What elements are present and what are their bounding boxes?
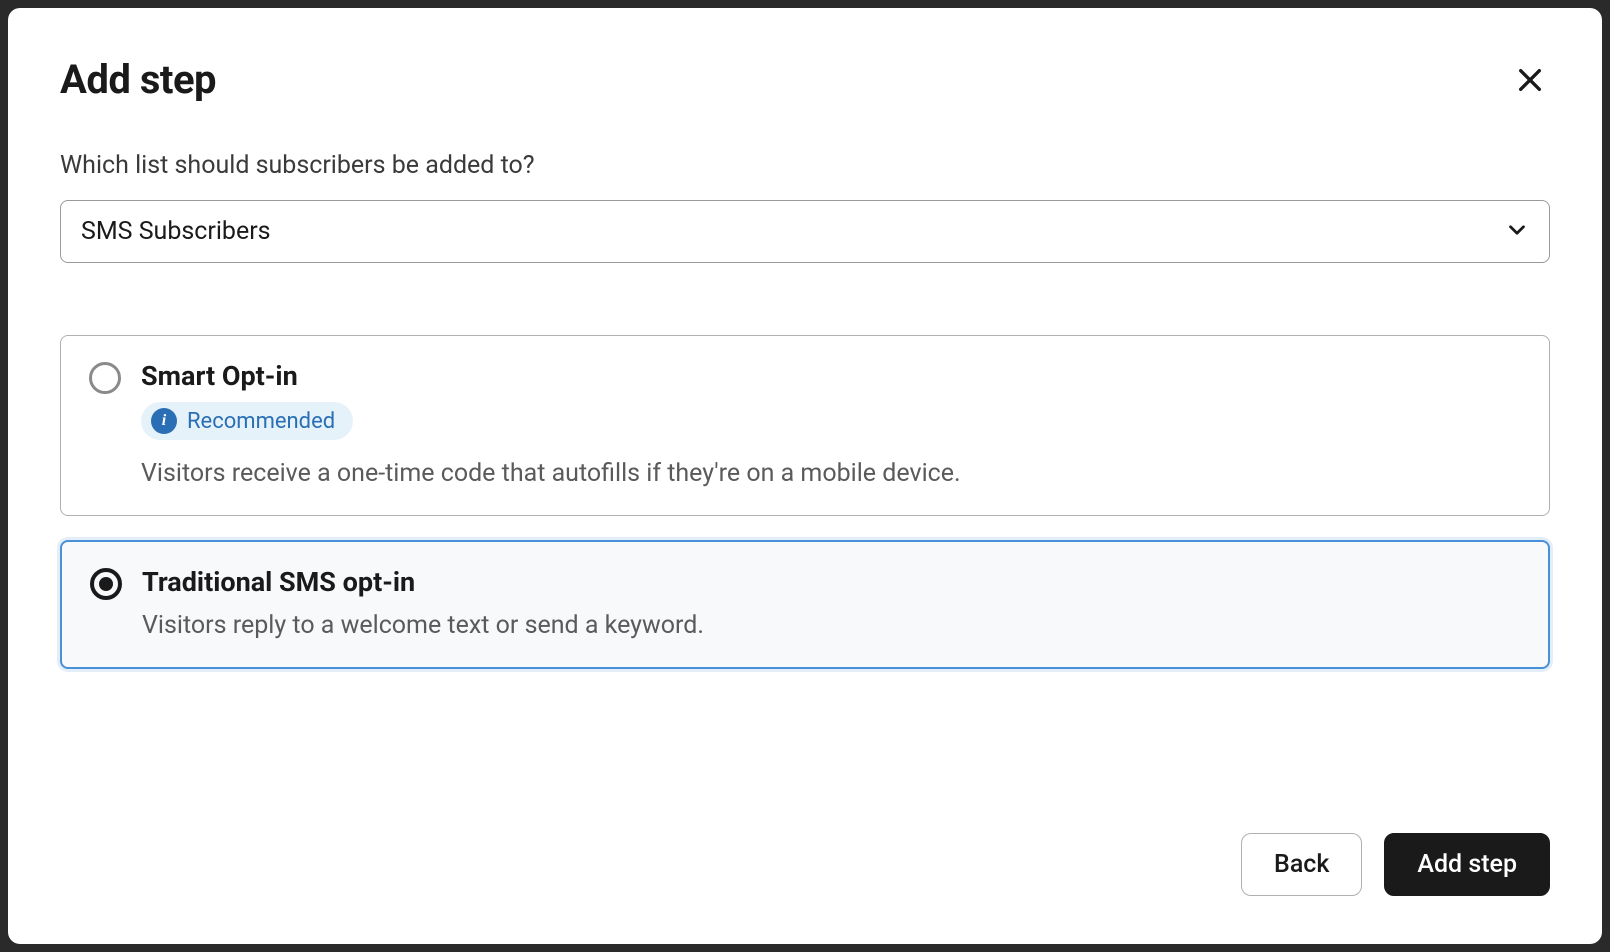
option-content: Smart Opt-in i Recommended Visitors rece…: [141, 360, 1521, 491]
add-step-button[interactable]: Add step: [1384, 833, 1550, 896]
badge-text: Recommended: [187, 409, 335, 434]
modal-title: Add step: [60, 56, 216, 103]
option-description: Visitors reply to a welcome text or send…: [142, 608, 1520, 643]
option-description: Visitors receive a one-time code that au…: [141, 456, 1521, 491]
add-step-modal: Add step Which list should subscribers b…: [8, 8, 1602, 944]
recommended-badge: i Recommended: [141, 402, 353, 440]
option-title: Smart Opt-in: [141, 360, 1521, 392]
modal-footer: Back Add step: [60, 833, 1550, 896]
modal-header: Add step: [60, 56, 1550, 103]
list-select-label: Which list should subscribers be added t…: [60, 151, 1550, 180]
radio-unselected: [89, 362, 121, 394]
option-title: Traditional SMS opt-in: [142, 566, 1520, 598]
option-traditional-sms[interactable]: Traditional SMS opt-in Visitors reply to…: [60, 540, 1550, 669]
close-button[interactable]: [1510, 60, 1550, 100]
option-content: Traditional SMS opt-in Visitors reply to…: [142, 566, 1520, 643]
list-select-wrapper: SMS Subscribers: [60, 200, 1550, 263]
radio-selected: [90, 568, 122, 600]
list-select[interactable]: SMS Subscribers: [60, 200, 1550, 263]
close-icon: [1514, 64, 1546, 96]
back-button[interactable]: Back: [1241, 833, 1362, 896]
option-smart-opt-in[interactable]: Smart Opt-in i Recommended Visitors rece…: [60, 335, 1550, 516]
info-icon: i: [151, 408, 177, 434]
